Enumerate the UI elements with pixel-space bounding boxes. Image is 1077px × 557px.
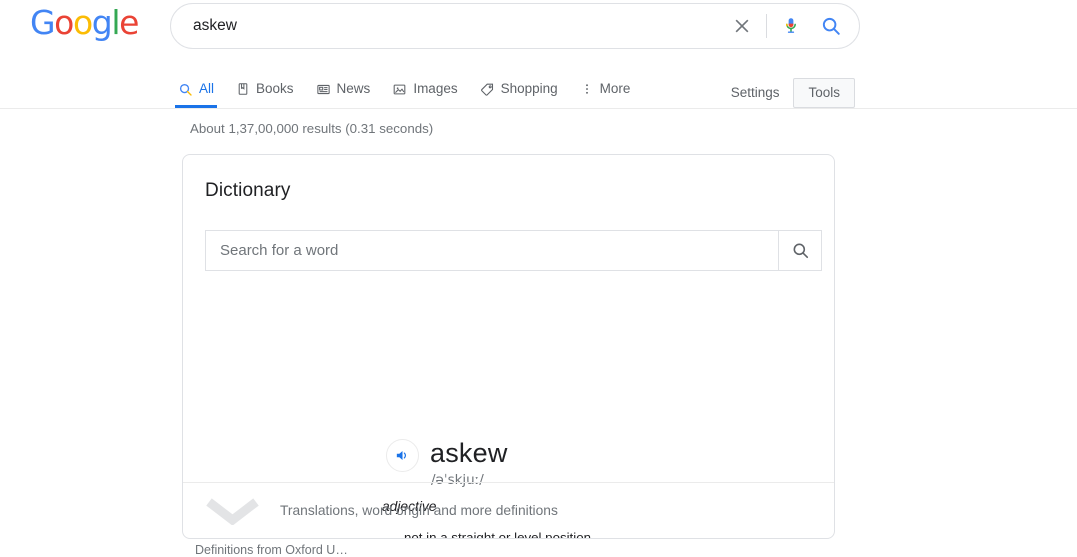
tab-label: News (336, 81, 371, 97)
page-header: Google All Books News Images Shopping More (0, 0, 1077, 109)
settings-link[interactable]: Settings (729, 81, 782, 104)
dictionary-title: Dictionary (205, 180, 291, 201)
tab-label: Books (256, 81, 294, 97)
header-divider (0, 108, 1077, 109)
word-search-box (205, 230, 822, 271)
logo-letter-4: l (111, 3, 120, 42)
tab-label: More (599, 81, 631, 97)
word-search-button[interactable] (778, 230, 822, 271)
microphone-icon[interactable] (771, 4, 811, 48)
tools-button[interactable]: Tools (793, 78, 855, 108)
result-stats: About 1,37,00,000 results (0.31 seconds) (190, 121, 434, 136)
close-icon[interactable] (722, 4, 762, 48)
google-logo[interactable]: Google (30, 3, 139, 42)
chevron-down-icon (205, 497, 260, 525)
tab-label: Shopping (500, 81, 558, 97)
more-vertical-icon (580, 82, 594, 96)
headword: askew (430, 438, 508, 468)
search-input[interactable] (191, 4, 722, 48)
search-options: Settings Tools (729, 78, 855, 108)
search-bar (170, 3, 860, 49)
definitions-attribution: Definitions from Oxford U… (195, 543, 348, 557)
logo-letter-1: o (54, 3, 74, 42)
image-icon (392, 82, 407, 97)
tab-label: All (199, 81, 215, 97)
tag-icon (480, 82, 495, 97)
search-divider (766, 14, 767, 38)
tab-all[interactable]: All (174, 72, 218, 108)
dictionary-card: Dictionary askew /əˈskjuː/ adjective not… (182, 154, 835, 539)
tab-more[interactable]: More (580, 72, 631, 106)
tab-label: Images (413, 81, 458, 97)
news-icon (316, 82, 331, 97)
volume-icon[interactable] (386, 439, 419, 472)
search-icon (178, 82, 193, 97)
expand-more-footer[interactable]: Translations, word origin and more defin… (183, 482, 834, 538)
tab-news[interactable]: News (316, 72, 371, 106)
logo-letter-3: g (91, 3, 113, 42)
logo-letter-2: o (72, 3, 93, 42)
book-icon (236, 82, 250, 96)
search-tabs: All Books News Images Shopping More (174, 72, 652, 109)
tab-shopping[interactable]: Shopping (480, 72, 558, 106)
logo-letter-5: e (119, 3, 139, 42)
tab-books[interactable]: Books (236, 72, 294, 106)
word-search-input[interactable] (205, 230, 778, 271)
expand-more-label: Translations, word origin and more defin… (280, 503, 558, 518)
logo-letter-0: G (30, 3, 56, 42)
search-icon[interactable] (811, 4, 851, 48)
tab-images[interactable]: Images (392, 72, 458, 106)
